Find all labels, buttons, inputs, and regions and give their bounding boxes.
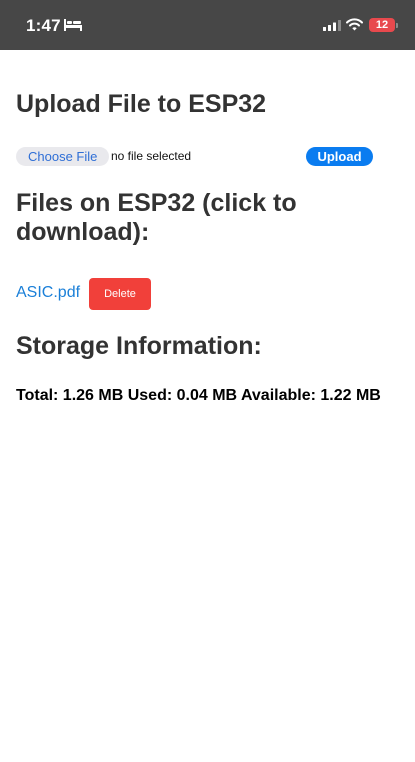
upload-button[interactable]: Upload: [306, 147, 373, 166]
signal-icon: [323, 20, 341, 31]
files-title: Files on ESP32 (click to download):: [16, 189, 297, 246]
no-file-label: no file selected: [111, 149, 192, 163]
battery-icon: 12: [369, 18, 395, 32]
choose-file-button[interactable]: Choose File: [16, 147, 110, 166]
battery-nub: [396, 23, 398, 28]
bed-icon: [64, 19, 82, 31]
storage-title: Storage Information:: [16, 332, 262, 360]
storage-info: Total: 1.26 MB Used: 0.04 MB Available: …: [16, 387, 381, 404]
upload-form: Choose File no file selected Upload: [16, 147, 401, 167]
status-bar: 1:47 12: [0, 0, 415, 50]
upload-title: Upload File to ESP32: [16, 90, 267, 118]
status-time: 1:47: [26, 16, 61, 35]
file-download-link[interactable]: ASIC.pdf: [16, 284, 80, 302]
delete-button[interactable]: Delete: [89, 278, 151, 310]
file-list-item: ASIC.pdf Delete: [16, 278, 401, 310]
wifi-icon: [346, 18, 363, 31]
